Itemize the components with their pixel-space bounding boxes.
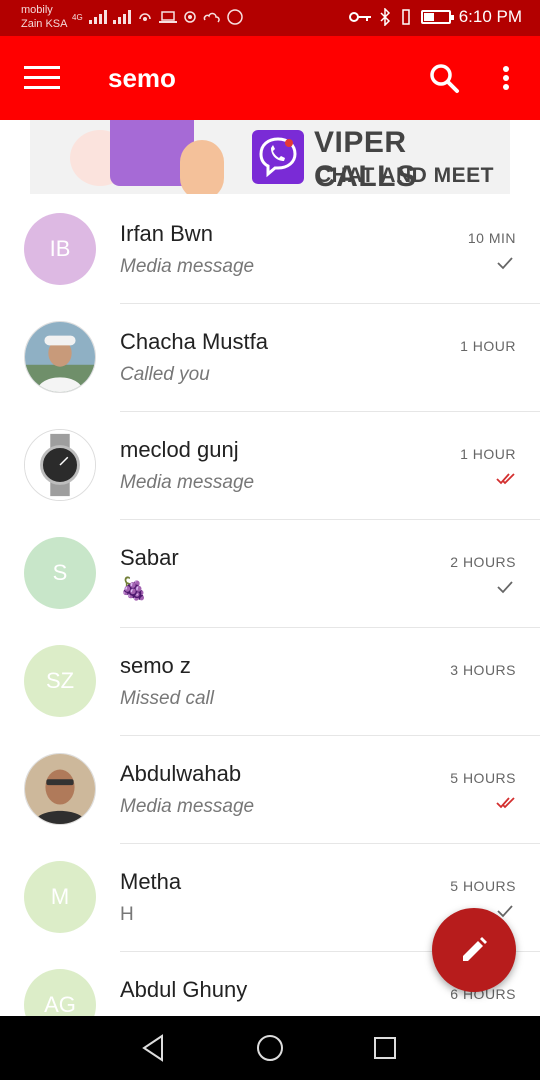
bluetooth-icon (380, 8, 390, 26)
chat-time: 1 HOUR (460, 446, 516, 462)
chat-time: 5 HOURS (450, 878, 516, 894)
chat-row[interactable]: SZ semo z Missed call 3 HOURS (0, 628, 540, 736)
compose-button[interactable] (432, 908, 516, 992)
carrier-line2: Zain KSA (21, 18, 68, 30)
banner-hand-illustration (180, 140, 224, 194)
network-type-label: 4G (72, 12, 83, 22)
avatar[interactable] (24, 321, 96, 393)
app-bar: semo (0, 36, 540, 120)
avatar[interactable]: S (24, 537, 96, 609)
viper-logo-icon (252, 130, 304, 184)
person-photo-icon (25, 754, 95, 824)
watch-photo-icon (25, 430, 95, 500)
chat-name: semo z (120, 653, 191, 678)
avatar[interactable]: M (24, 861, 96, 933)
chat-preview: Missed call (120, 688, 214, 709)
chat-row[interactable]: IB Irfan Bwn Media message 10 MIN (0, 196, 540, 304)
battery-icon (420, 10, 454, 24)
status-bar: mobily Zain KSA 4G 6:10 PM (0, 0, 540, 36)
signal-icon (88, 10, 107, 24)
chat-preview: 🍇 (120, 576, 148, 601)
avatar[interactable]: IB (24, 213, 96, 285)
banner-subtitle: CHAT AND MEET (316, 164, 494, 187)
recents-icon[interactable] (374, 1037, 396, 1059)
carrier-line1: mobily (21, 4, 53, 16)
signal-icon-2 (112, 10, 131, 24)
more-vertical-icon[interactable] (496, 62, 516, 94)
chat-time: 3 HOURS (450, 662, 516, 678)
avatar[interactable] (24, 429, 96, 501)
chat-row[interactable]: S Sabar 🍇 2 HOURS (0, 520, 540, 628)
read-double-check-icon (496, 796, 515, 810)
app-title: semo (108, 63, 176, 93)
chat-name: Irfan Bwn (120, 221, 213, 246)
vibrate-icon (401, 9, 410, 25)
key-icon (348, 12, 371, 22)
chat-time: 2 HOURS (450, 554, 516, 570)
laptop-icon (158, 11, 177, 23)
chat-name: Sabar (120, 545, 179, 570)
whatsapp-icon (226, 9, 243, 25)
chat-preview: Media message (120, 472, 255, 493)
chat-name: Abdul Ghuny (120, 977, 248, 1002)
chat-row[interactable]: Chacha Mustfa Called you 1 HOUR (0, 304, 540, 412)
sent-check-icon (496, 580, 514, 594)
chat-time: 5 HOURS (450, 770, 516, 786)
chat-time: 1 HOUR (460, 338, 516, 354)
read-double-check-icon (496, 472, 515, 486)
settings-icon (183, 11, 196, 23)
chat-preview: H (120, 904, 134, 925)
chat-name: meclod gunj (120, 437, 239, 462)
back-icon[interactable] (140, 1034, 166, 1062)
notification-icons: 4G (72, 9, 243, 25)
sent-check-icon (496, 256, 514, 270)
cloud-icon (203, 12, 220, 23)
search-icon[interactable] (428, 62, 460, 94)
chat-preview: Media message (120, 796, 255, 817)
ad-banner[interactable]: VIPER CALLS CHAT AND MEET (30, 120, 510, 194)
hotspot-icon (138, 13, 151, 21)
carrier-label: mobily Zain KSA (21, 3, 67, 31)
avatar[interactable]: SZ (24, 645, 96, 717)
chat-time: 10 MIN (467, 230, 516, 246)
battery-level (423, 13, 435, 21)
chat-preview: Called you (120, 364, 210, 385)
chat-row[interactable]: Abdulwahab Media message 5 HOURS (0, 736, 540, 844)
chat-preview: Media message (120, 256, 255, 277)
chat-name: Chacha Mustfa (120, 329, 268, 354)
chat-row[interactable]: meclod gunj Media message 1 HOUR (0, 412, 540, 520)
pencil-icon (463, 937, 487, 961)
navigation-bar (0, 1016, 540, 1080)
home-icon[interactable] (257, 1035, 283, 1061)
status-right: 6:10 PM (348, 7, 522, 27)
person-photo-icon (25, 322, 95, 392)
avatar[interactable] (24, 753, 96, 825)
hamburger-menu-icon[interactable] (24, 66, 60, 92)
chat-name: Metha (120, 869, 182, 894)
clock: 6:10 PM (458, 7, 522, 26)
chat-name: Abdulwahab (120, 761, 242, 786)
